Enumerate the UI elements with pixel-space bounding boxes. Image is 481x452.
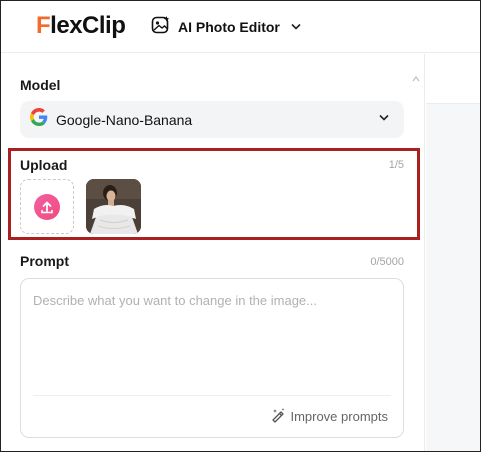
upload-icon — [34, 194, 60, 220]
model-section-title: Model — [20, 77, 61, 93]
uploaded-image-thumbnail[interactable] — [86, 179, 141, 234]
prompt-box: Improve prompts — [20, 278, 404, 438]
scroll-up-icon[interactable] — [412, 76, 420, 84]
logo-f-mark: F — [36, 12, 51, 39]
canvas-area — [426, 54, 480, 451]
chevron-down-icon — [379, 112, 389, 124]
upload-button[interactable] — [20, 179, 74, 234]
tool-switcher-label: AI Photo Editor — [178, 19, 280, 35]
chevron-down-icon — [291, 21, 301, 33]
logo-clip: Clip — [82, 12, 126, 39]
upload-count: 1/5 — [388, 159, 404, 171]
improve-prompts-button[interactable]: Improve prompts — [270, 407, 388, 426]
logo-lex: lex — [50, 12, 83, 39]
tool-switcher-button[interactable]: AI Photo Editor — [151, 15, 301, 39]
model-select-value: Google-Nano-Banana — [56, 111, 193, 128]
model-select[interactable]: Google-Nano-Banana — [20, 101, 404, 138]
ai-photo-editor-icon — [151, 15, 171, 40]
improve-prompts-icon — [270, 407, 286, 426]
prompt-char-count: 0/5000 — [370, 256, 404, 268]
prompt-textarea[interactable] — [21, 279, 403, 391]
top-header: FlexClip AI Photo Editor — [1, 1, 480, 53]
flexclip-logo[interactable]: FlexClip — [36, 12, 126, 40]
improve-prompts-label: Improve prompts — [290, 409, 388, 424]
google-icon — [30, 108, 56, 131]
upload-section-title: Upload — [20, 157, 68, 173]
prompt-divider — [33, 395, 391, 396]
prompt-section-title: Prompt — [20, 253, 69, 269]
canvas-toolbar — [426, 54, 480, 104]
